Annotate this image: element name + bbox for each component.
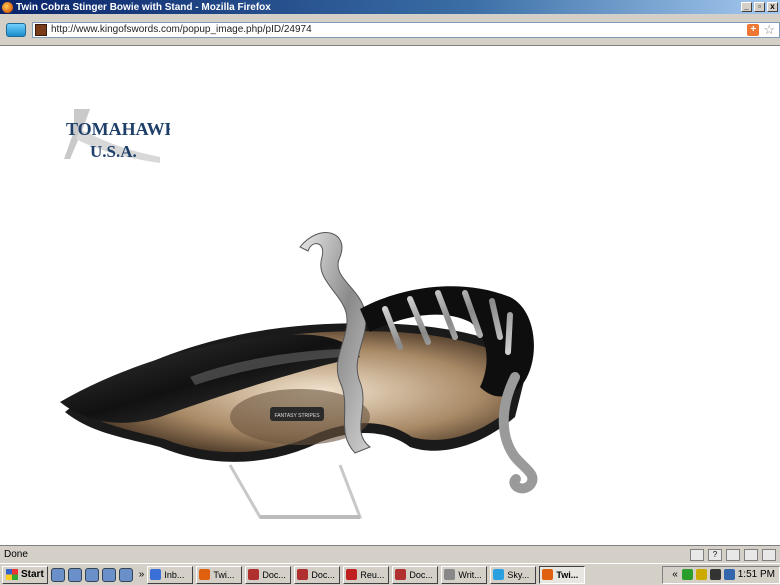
status-bar: Done ?: [0, 545, 780, 563]
window-title-bar: Twin Cobra Stinger Bowie with Stand - Mo…: [0, 0, 780, 14]
start-button[interactable]: Start: [2, 565, 48, 584]
knife-product-image: FANTASY STRIPES: [60, 232, 538, 519]
quicklaunch-media-icon[interactable]: [101, 567, 116, 582]
taskbar-button[interactable]: Doc...: [392, 565, 439, 584]
writer-icon: [444, 569, 456, 580]
page-content: TOMAHAWK U.S.A. FANTASY STRIPES: [0, 47, 780, 545]
tray-security-icon[interactable]: [681, 569, 693, 580]
blade-badge-text: FANTASY STRIPES: [274, 413, 320, 419]
taskbar-buttons: Inb... Twi... Doc... Doc... Reu... Doc... Writ…: [144, 565, 586, 584]
taskbar-button[interactable]: Sky...: [490, 565, 537, 584]
address-bar[interactable]: http://www.kingofswords.com/popup_image.…: [31, 21, 780, 38]
navigation-toolbar: http://www.kingofswords.com/popup_image.…: [0, 14, 780, 46]
taskbar-button-label: Doc...: [262, 569, 286, 580]
tray-volume-icon[interactable]: [709, 569, 721, 580]
taskbar-button-label: Writ...: [458, 569, 482, 580]
ie-icon: [150, 569, 162, 580]
taskbar-button-label: Twi...: [213, 569, 235, 580]
tray-network-icon[interactable]: [723, 569, 735, 580]
document-icon: [395, 569, 407, 580]
taskbar-button-label: Reu...: [360, 569, 385, 580]
url-input[interactable]: http://www.kingofswords.com/popup_image.…: [51, 24, 747, 35]
tray-update-icon[interactable]: [695, 569, 707, 580]
feed-icon[interactable]: +: [747, 23, 760, 36]
taskbar-button[interactable]: Twi...: [196, 565, 243, 584]
minimize-button[interactable]: _: [741, 2, 752, 12]
navigation-icon[interactable]: [6, 22, 26, 37]
tray-chevron[interactable]: «: [672, 569, 678, 580]
start-label: Start: [21, 569, 44, 580]
status-text: Done: [4, 549, 28, 560]
document-icon: [297, 569, 309, 580]
taskbar-button-label: Doc...: [409, 569, 433, 580]
taskbar-button[interactable]: Twi...: [539, 565, 586, 584]
close-button[interactable]: x: [767, 2, 778, 12]
taskbar-button[interactable]: Doc...: [294, 565, 341, 584]
quicklaunch-ie-icon[interactable]: [118, 567, 133, 582]
pdf-icon[interactable]: [762, 548, 776, 561]
windows-taskbar: Start » Inb... Twi... Doc... Doc... Reu... Do…: [0, 563, 780, 585]
help-icon[interactable]: ?: [708, 548, 722, 561]
document-icon: [248, 569, 260, 580]
adblock-icon[interactable]: [744, 548, 758, 561]
system-tray: « 1:51 PM: [662, 565, 780, 584]
taskbar-button-label: Twi...: [556, 569, 579, 580]
tomahawk-logo: TOMAHAWK U.S.A.: [64, 109, 170, 163]
site-favicon-icon: [34, 23, 47, 36]
quicklaunch-desktop-icon[interactable]: [50, 567, 65, 582]
windows-logo-icon: [6, 569, 18, 580]
taskbar-button[interactable]: Writ...: [441, 565, 488, 584]
clock: 1:51 PM: [737, 569, 775, 580]
window-title: Twin Cobra Stinger Bowie with Stand - Mo…: [16, 1, 271, 13]
maximize-button[interactable]: ▫: [754, 2, 765, 12]
taskbar-button-label: Sky...: [507, 569, 530, 580]
logo-main-text: TOMAHAWK: [66, 119, 170, 139]
taskbar-button[interactable]: Reu...: [343, 565, 390, 584]
quicklaunch-browser-icon[interactable]: [67, 567, 82, 582]
logo-sub-text: U.S.A.: [90, 142, 137, 161]
network-status-icon[interactable]: [690, 548, 704, 561]
taskbar-button-label: Doc...: [311, 569, 335, 580]
quicklaunch-notes-icon[interactable]: [84, 567, 99, 582]
addon-icon[interactable]: [726, 548, 740, 561]
bookmark-star-icon[interactable]: ☆: [763, 22, 775, 38]
skype-icon: [493, 569, 505, 580]
firefox-icon: [542, 569, 554, 580]
taskbar-button[interactable]: Doc...: [245, 565, 292, 584]
firefox-icon: [199, 569, 211, 580]
feather-icon: [346, 569, 358, 580]
taskbar-button-label: Inb...: [164, 569, 185, 580]
taskbar-button[interactable]: Inb...: [147, 565, 194, 584]
firefox-icon: [2, 1, 13, 13]
